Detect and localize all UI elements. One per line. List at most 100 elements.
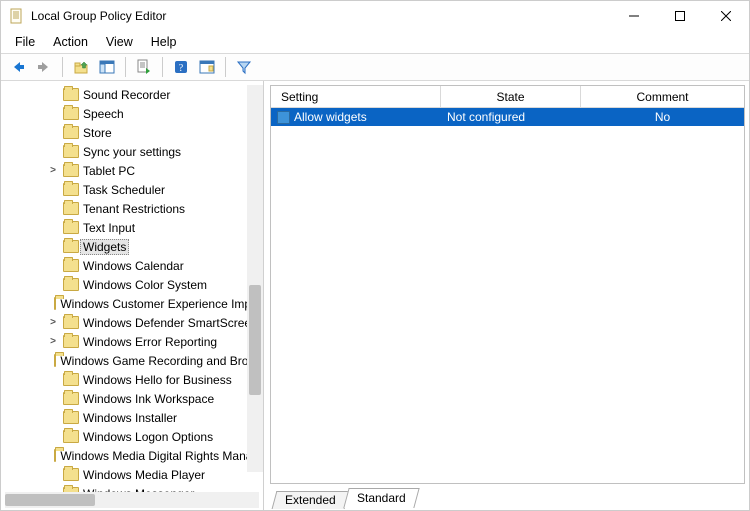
menubar: File Action View Help [1, 31, 749, 53]
svg-text:?: ? [179, 63, 184, 74]
tree-item[interactable]: ›Speech [1, 104, 263, 123]
column-header-setting[interactable]: Setting [271, 86, 441, 108]
filter-button[interactable] [233, 56, 255, 78]
tree-item[interactable]: ›Windows Media Player [1, 465, 263, 484]
tree-item[interactable]: >Windows Defender SmartScreen [1, 313, 263, 332]
tree-item-label: Tenant Restrictions [83, 201, 185, 217]
folder-icon [63, 335, 79, 348]
tree-item[interactable]: ›Text Input [1, 218, 263, 237]
folder-icon [63, 430, 79, 443]
tree-item[interactable]: ›Tenant Restrictions [1, 199, 263, 218]
column-header-comment[interactable]: Comment [581, 86, 744, 108]
folder-icon [63, 468, 79, 481]
tree-item-label: Windows Color System [83, 277, 207, 293]
tree-item[interactable]: ›Windows Logon Options [1, 427, 263, 446]
tree-item-label: Tablet PC [83, 163, 135, 179]
menu-view[interactable]: View [98, 33, 141, 51]
up-level-button[interactable] [70, 56, 92, 78]
minimize-button[interactable] [611, 1, 657, 31]
grid-body[interactable]: Allow widgetsNot configuredNo [271, 108, 744, 483]
tree-vertical-scrollbar[interactable] [247, 85, 263, 472]
tree-item-label: Sound Recorder [83, 87, 170, 103]
tree-item-label: Windows Customer Experience Improvement … [60, 296, 263, 312]
toolbar: ? [1, 53, 749, 81]
folder-icon [63, 107, 79, 120]
tree-item[interactable]: ›Windows Ink Workspace [1, 389, 263, 408]
tree-item[interactable]: ›Store [1, 123, 263, 142]
settings-pane: Setting State Comment Allow widgetsNot c… [264, 81, 749, 510]
grid-row[interactable]: Allow widgetsNot configuredNo [271, 108, 744, 126]
tree-item-label: Speech [83, 106, 124, 122]
tree-item[interactable]: ›Widgets [1, 237, 263, 256]
folder-icon [54, 354, 56, 367]
tree-horizontal-scrollbar[interactable] [5, 492, 259, 508]
scrollbar-thumb[interactable] [249, 285, 261, 395]
menu-action[interactable]: Action [45, 33, 96, 51]
maximize-button[interactable] [657, 1, 703, 31]
grid-header: Setting State Comment [271, 86, 744, 108]
folder-icon [63, 316, 79, 329]
close-button[interactable] [703, 1, 749, 31]
chevron-right-icon[interactable]: > [47, 165, 59, 176]
tree-item[interactable]: ›Windows Installer [1, 408, 263, 427]
cell-setting: Allow widgets [294, 110, 367, 124]
menu-help[interactable]: Help [143, 33, 185, 51]
tab-extended[interactable]: Extended [272, 491, 350, 509]
tree-item-label: Widgets [80, 239, 129, 255]
tree-item[interactable]: > Windows Error Reporting [1, 332, 263, 351]
show-hide-tree-button[interactable] [96, 56, 118, 78]
toolbar-separator [125, 57, 126, 77]
folder-icon [63, 373, 79, 386]
tree-item-label: Windows Calendar [83, 258, 184, 274]
tree-item[interactable]: > Tablet PC [1, 161, 263, 180]
back-button[interactable] [7, 56, 29, 78]
tree-item-label: Windows Error Reporting [83, 334, 217, 350]
chevron-right-icon[interactable]: > [47, 336, 59, 347]
tree-item-label: Text Input [83, 220, 135, 236]
tree[interactable]: ›Sound Recorder›Speech›Store›Sync your s… [1, 85, 263, 492]
tree-item-label: Store [83, 125, 112, 141]
tree-pane: ›Sound Recorder›Speech›Store›Sync your s… [1, 81, 264, 510]
tree-item[interactable]: ›Windows Customer Experience Improvement… [1, 294, 263, 313]
cell-comment: No [581, 110, 744, 124]
tree-item[interactable]: ›Task Scheduler [1, 180, 263, 199]
folder-icon [63, 164, 79, 177]
tab-standard[interactable]: Standard [343, 488, 419, 508]
forward-button[interactable] [33, 56, 55, 78]
folder-icon [63, 240, 79, 253]
tree-item-label: Sync your settings [83, 144, 181, 160]
folder-icon [63, 183, 79, 196]
tree-item[interactable]: ›Sync your settings [1, 142, 263, 161]
toolbar-separator [225, 57, 226, 77]
tree-item[interactable]: ›Windows Media Digital Rights Management [1, 446, 263, 465]
chevron-right-icon[interactable]: > [47, 317, 59, 328]
help-button[interactable]: ? [170, 56, 192, 78]
folder-icon [63, 221, 79, 234]
properties-button[interactable] [196, 56, 218, 78]
window-title: Local Group Policy Editor [31, 9, 611, 23]
folder-icon [63, 202, 79, 215]
tree-item[interactable]: ›Windows Game Recording and Broadcasting [1, 351, 263, 370]
toolbar-separator [62, 57, 63, 77]
scrollbar-thumb[interactable] [5, 494, 95, 506]
folder-icon [63, 278, 79, 291]
folder-icon [63, 126, 79, 139]
folder-icon [54, 449, 56, 462]
tree-item[interactable]: ›Windows Calendar [1, 256, 263, 275]
tree-item[interactable]: ›Windows Color System [1, 275, 263, 294]
export-list-button[interactable] [133, 56, 155, 78]
tree-item[interactable]: ›Sound Recorder [1, 85, 263, 104]
tree-item-label: Windows Ink Workspace [83, 391, 214, 407]
toolbar-separator [162, 57, 163, 77]
menu-file[interactable]: File [7, 33, 43, 51]
tree-item-label: Task Scheduler [83, 182, 165, 198]
tree-item[interactable]: ›Windows Hello for Business [1, 370, 263, 389]
content-area: ›Sound Recorder›Speech›Store›Sync your s… [1, 81, 749, 510]
tree-item[interactable]: ›Windows Messenger [1, 484, 263, 492]
folder-icon [63, 88, 79, 101]
tree-item-label: Windows Installer [83, 410, 177, 426]
settings-grid: Setting State Comment Allow widgetsNot c… [270, 85, 745, 484]
column-header-state[interactable]: State [441, 86, 581, 108]
tree-item-label: Windows Media Digital Rights Management [60, 448, 263, 464]
folder-icon [54, 297, 56, 310]
